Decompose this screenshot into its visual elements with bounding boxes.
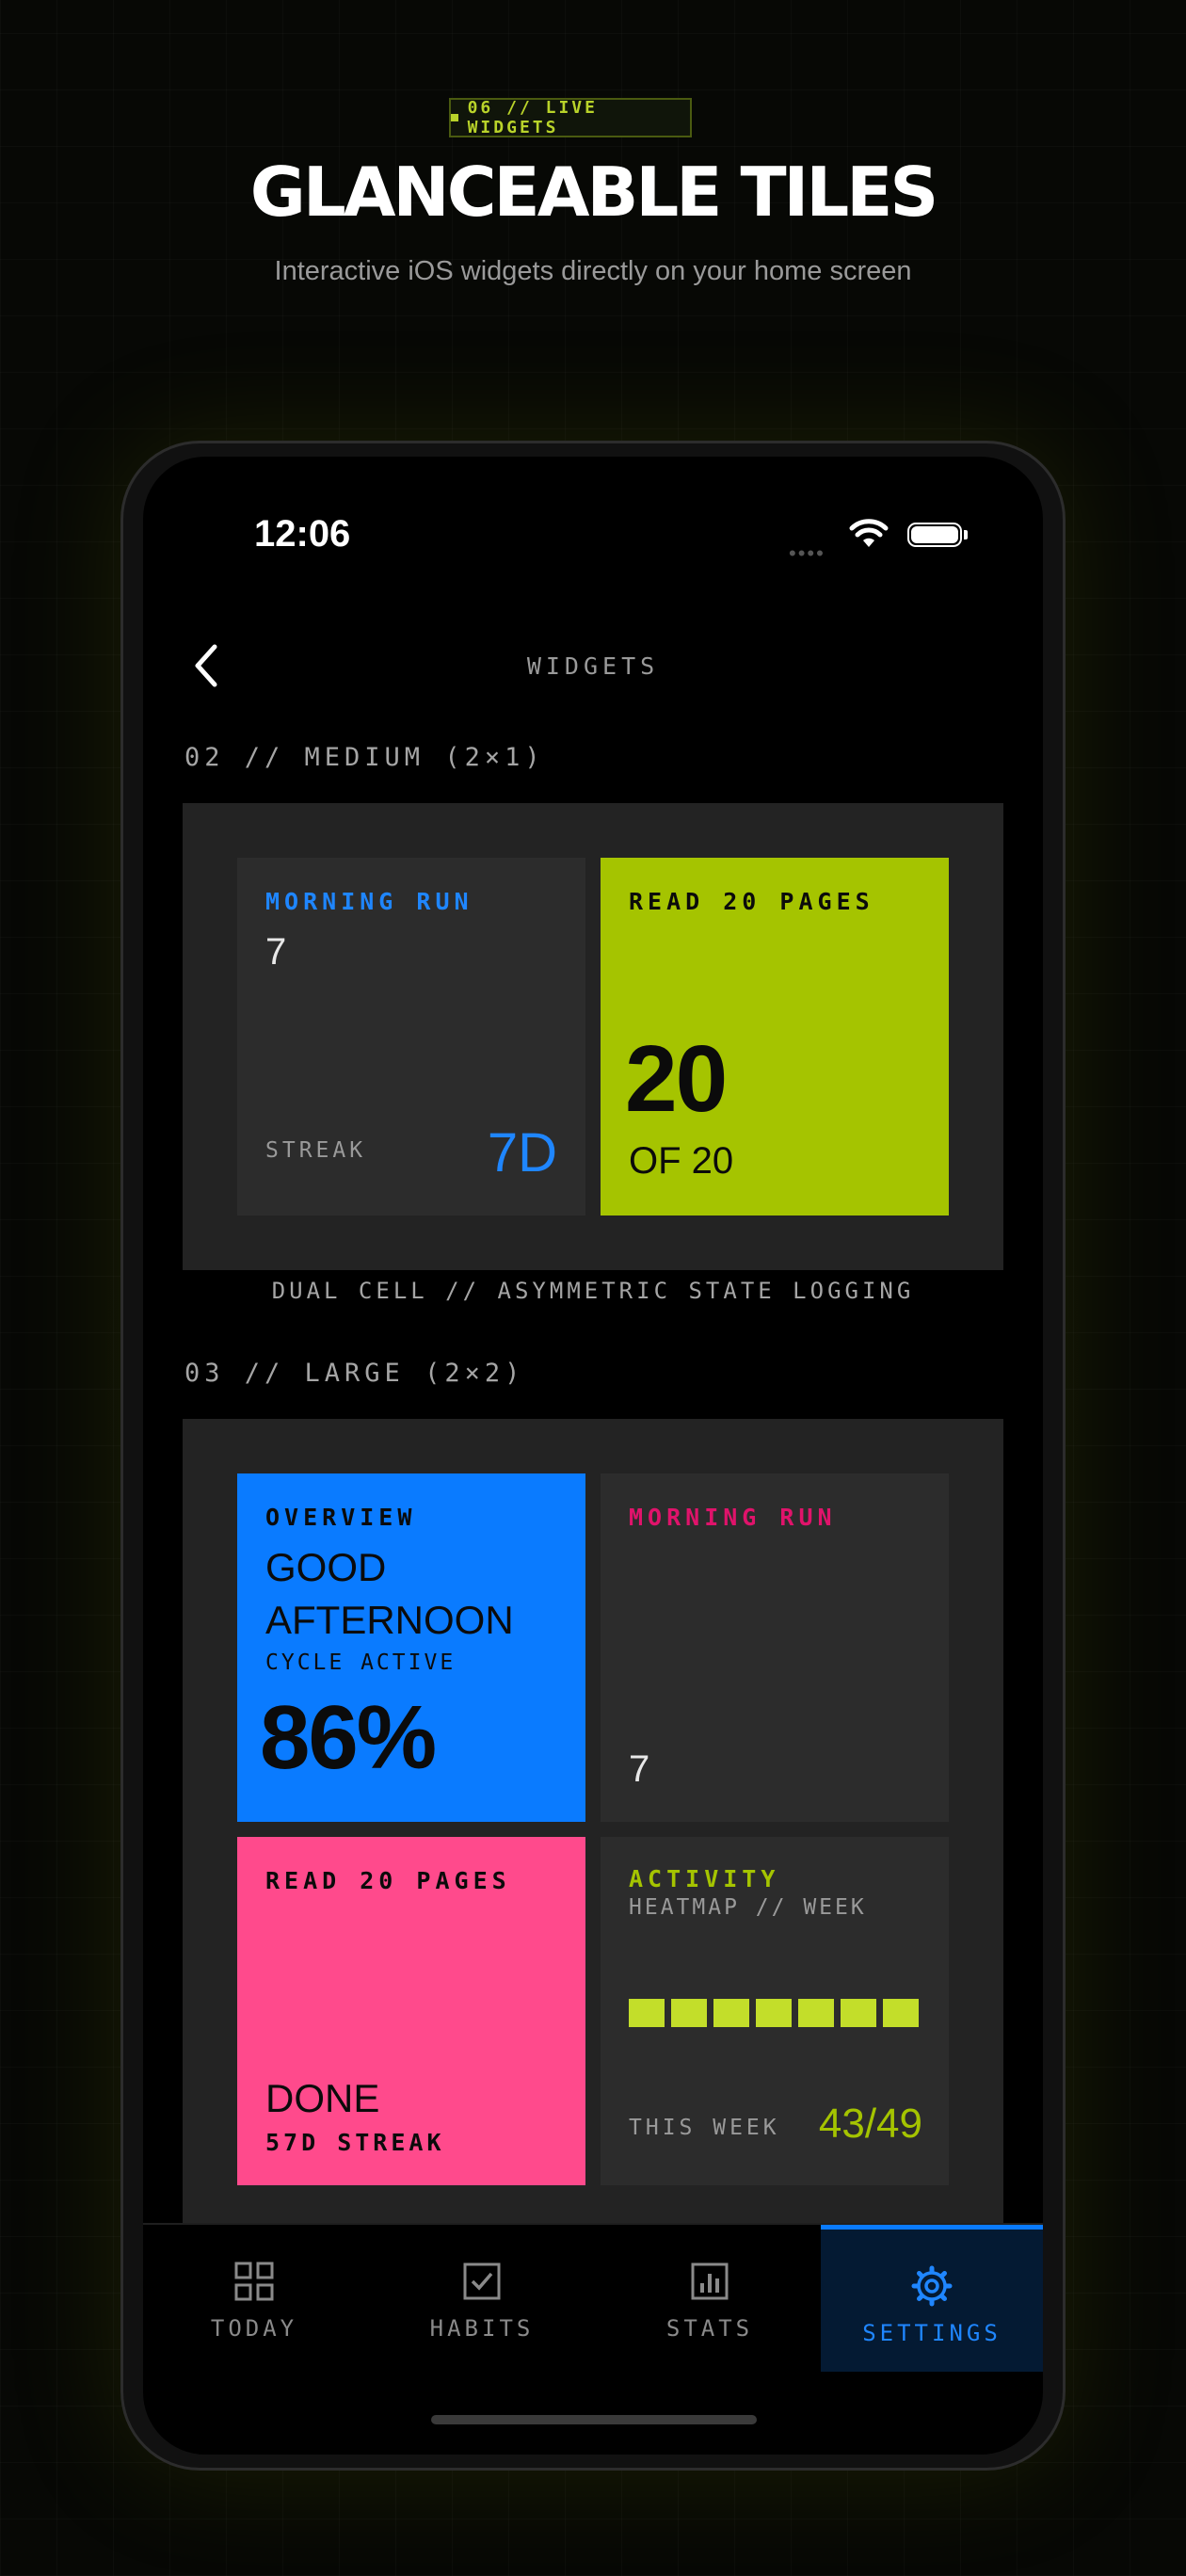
completion-percent: 86%	[260, 1687, 437, 1788]
heatmap-cell	[841, 1999, 876, 2027]
battery-icon	[907, 523, 962, 547]
page-subtitle: Interactive iOS widgets directly on your…	[274, 256, 912, 286]
tab-bar: TODAY HABITS STATS SETTINGS	[143, 2223, 1043, 2372]
tile-status: DONE	[265, 2076, 380, 2120]
heatmap-cell	[883, 1999, 919, 2027]
tile-value: 20	[625, 1026, 728, 1132]
section-label-large: 03 // LARGE (2×2)	[184, 1359, 525, 1388]
streak-value: 7D	[487, 1122, 557, 1183]
tile-title: MORNING RUN	[265, 888, 473, 915]
heatmap-cell	[713, 1999, 749, 2027]
tab-label: STATS	[665, 2315, 754, 2342]
week-heatmap	[629, 1999, 922, 2027]
wifi-icon	[849, 519, 889, 547]
tile-title: ACTIVITY	[629, 1865, 780, 1892]
heatmap-cell	[629, 1999, 665, 2027]
grid-icon	[234, 2262, 274, 2301]
gear-icon	[911, 2265, 953, 2307]
phone-screen: 12:06 •••• WIDGETS 02 // MEDIUM (2×1) MO…	[143, 457, 1043, 2455]
medium-run-tile[interactable]: MORNING RUN 7 STREAK 7D	[237, 858, 585, 1216]
badge-label: 06 // LIVE WIDGETS	[467, 98, 598, 137]
status-time: 12:06	[254, 513, 351, 555]
tile-value: 7	[265, 931, 287, 973]
heatmap-cell	[671, 1999, 707, 2027]
tile-title: READ 20 PAGES	[629, 888, 874, 915]
heatmap-cell	[798, 1999, 834, 2027]
checkbox-icon	[463, 2262, 501, 2300]
chart-icon	[691, 2262, 729, 2300]
tile-subvalue: OF 20	[629, 1140, 734, 1182]
activity-tile[interactable]: ACTIVITY HEATMAP // WEEK THIS WEEK 43/49	[601, 1837, 949, 2185]
signal-icon: ••••	[789, 541, 825, 565]
tab-label: TODAY	[210, 2315, 298, 2342]
overview-tile[interactable]: OVERVIEW GOOD AFTERNOON CYCLE ACTIVE 86%	[237, 1473, 585, 1822]
tab-label: HABITS	[429, 2315, 535, 2342]
cycle-status: CYCLE ACTIVE	[265, 1650, 457, 1675]
feature-badge: 06 // LIVE WIDGETS	[449, 98, 692, 137]
medium-widget-panel: MORNING RUN 7 STREAK 7D READ 20 PAGES 20…	[183, 803, 1003, 1270]
screen-title: WIDGETS	[526, 652, 660, 680]
tile-subtitle: HEATMAP // WEEK	[629, 1895, 867, 1920]
tile-value: 7	[629, 1748, 650, 1790]
greeting-line2: AFTERNOON	[265, 1598, 514, 1642]
tile-title: OVERVIEW	[265, 1504, 417, 1531]
tab-habits[interactable]: HABITS	[371, 2225, 593, 2372]
greeting-line1: GOOD	[265, 1545, 387, 1589]
week-value: 43/49	[818, 2101, 922, 2147]
tile-title: READ 20 PAGES	[265, 1867, 511, 1894]
streak-label: STREAK	[265, 1138, 367, 1163]
tab-settings[interactable]: SETTINGS	[821, 2225, 1043, 2372]
home-indicator	[431, 2415, 757, 2424]
large-read-tile[interactable]: READ 20 PAGES DONE 57D STREAK	[237, 1837, 585, 2185]
tab-today[interactable]: TODAY	[143, 2225, 365, 2372]
tab-stats[interactable]: STATS	[599, 2225, 821, 2372]
tab-label: SETTINGS	[862, 2320, 1002, 2346]
medium-read-tile[interactable]: READ 20 PAGES 20 OF 20	[601, 858, 949, 1216]
heatmap-cell	[756, 1999, 792, 2027]
tile-streak: 57D STREAK	[265, 2129, 445, 2156]
tile-title: MORNING RUN	[629, 1504, 837, 1531]
page-title: GLANCEABLE TILES	[249, 153, 939, 232]
battery-cap	[964, 530, 968, 539]
section-label-medium: 02 // MEDIUM (2×1)	[184, 743, 545, 772]
week-label: THIS WEEK	[629, 2116, 780, 2140]
large-widget-panel: OVERVIEW GOOD AFTERNOON CYCLE ACTIVE 86%…	[183, 1419, 1003, 2229]
badge-square-icon	[451, 114, 458, 121]
large-run-tile[interactable]: MORNING RUN 7	[601, 1473, 949, 1822]
medium-caption: DUAL CELL // ASYMMETRIC STATE LOGGING	[271, 1278, 915, 1304]
